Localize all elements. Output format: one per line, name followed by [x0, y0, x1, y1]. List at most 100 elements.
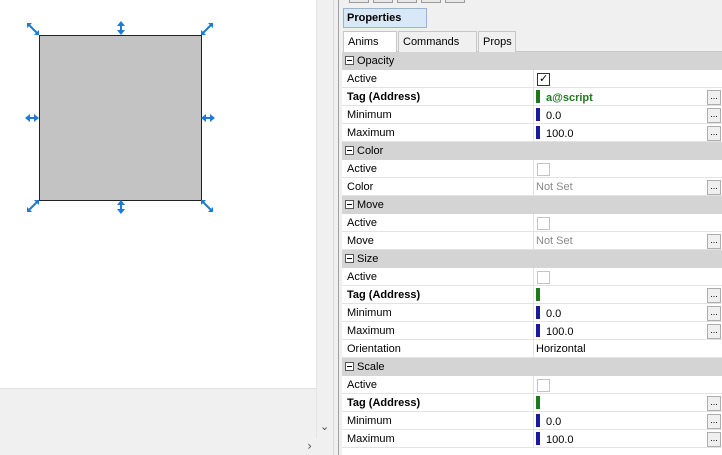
- toolbar-strip: [339, 0, 722, 4]
- value-indicator-icon: [536, 108, 540, 121]
- property-row-size-orientation: Orientation Horizontal: [342, 340, 722, 358]
- property-row-size-active: Active: [342, 268, 722, 286]
- app-window: › ⌄ Properties Anims (1) Commands (0) Pr…: [0, 0, 722, 455]
- active-checkbox[interactable]: [537, 217, 550, 230]
- property-name: Minimum: [347, 307, 392, 319]
- property-row-size-tag-address: Tag (Address)...: [342, 286, 722, 304]
- tab-commands[interactable]: Commands (0): [398, 31, 477, 68]
- column-divider: [533, 322, 534, 340]
- resize-handle-e-icon[interactable]: [201, 111, 215, 125]
- active-checkbox[interactable]: [537, 379, 550, 392]
- property-name: Active: [347, 271, 377, 283]
- number-value: 100.0: [546, 326, 574, 338]
- scroll-right-icon[interactable]: ›: [307, 439, 312, 453]
- selected-rectangle-shape[interactable]: [39, 35, 202, 201]
- resize-handle-w-icon[interactable]: [25, 111, 39, 125]
- ellipsis-button[interactable]: ...: [707, 414, 721, 429]
- properties-tabs: Anims (1) Commands (0) Props: [343, 31, 722, 68]
- ellipsis-button[interactable]: ...: [707, 324, 721, 339]
- property-name: Color: [347, 181, 374, 193]
- column-divider: [533, 376, 534, 394]
- toolbar-button[interactable]: [373, 0, 393, 3]
- property-row-move-active: Active: [342, 214, 722, 232]
- column-divider: [533, 106, 534, 124]
- property-name: Active: [347, 73, 377, 85]
- property-name: Tag (Address): [347, 397, 421, 409]
- property-name: Minimum: [347, 415, 392, 427]
- active-checkbox[interactable]: ✓: [537, 72, 550, 86]
- check-icon: ✓: [539, 72, 549, 85]
- property-row-opacity-tag-address: Tag (Address) a@script...: [342, 88, 722, 106]
- property-value[interactable]: Not Set: [536, 232, 708, 250]
- properties-title: Properties: [343, 8, 427, 28]
- ellipsis-button[interactable]: ...: [707, 288, 721, 303]
- tag-indicator-icon: [536, 396, 540, 409]
- category-scale[interactable]: Scale: [342, 358, 722, 376]
- category-label: Scale: [357, 361, 385, 373]
- collapse-icon[interactable]: [345, 56, 354, 65]
- collapse-icon[interactable]: [345, 200, 354, 209]
- column-divider: [533, 124, 534, 142]
- category-move[interactable]: Move: [342, 196, 722, 214]
- category-label: Size: [357, 253, 379, 265]
- category-size[interactable]: Size: [342, 250, 722, 268]
- resize-handle-s-icon[interactable]: [114, 200, 128, 214]
- column-divider: [533, 412, 534, 430]
- ellipsis-button[interactable]: ...: [707, 90, 721, 105]
- property-name: Maximum: [347, 325, 395, 337]
- toolbar-button[interactable]: [421, 0, 441, 3]
- property-row-color-active: Active: [342, 160, 722, 178]
- collapse-icon[interactable]: [345, 146, 354, 155]
- active-checkbox[interactable]: [537, 271, 550, 284]
- category-color[interactable]: Color: [342, 142, 722, 160]
- ellipsis-button[interactable]: ...: [707, 126, 721, 141]
- column-divider: [533, 286, 534, 304]
- column-divider: [533, 304, 534, 322]
- resize-handle-n-icon[interactable]: [114, 21, 128, 35]
- category-label: Color: [357, 145, 384, 157]
- tab-props[interactable]: Props: [478, 31, 516, 52]
- design-canvas[interactable]: [0, 0, 316, 388]
- collapse-icon[interactable]: [345, 254, 354, 263]
- number-value: 0.0: [546, 110, 562, 122]
- property-name: Maximum: [347, 433, 395, 445]
- toolbar-button[interactable]: [397, 0, 417, 3]
- active-checkbox[interactable]: [537, 163, 550, 176]
- ellipsis-button[interactable]: ...: [707, 234, 721, 249]
- value-indicator-icon: [536, 432, 540, 445]
- resize-handle-ne-icon[interactable]: [200, 22, 214, 36]
- tag-indicator-icon: [536, 90, 540, 103]
- property-row-size-maximum: Maximum 100.0...: [342, 322, 722, 340]
- resize-handle-nw-icon[interactable]: [26, 22, 40, 36]
- ellipsis-button[interactable]: ...: [707, 396, 721, 411]
- toolbar-button[interactable]: [445, 0, 465, 3]
- number-value: 0.0: [546, 416, 562, 428]
- resize-handle-se-icon[interactable]: [200, 199, 214, 213]
- property-row-scale-minimum: Minimum 0.0...: [342, 412, 722, 430]
- horizontal-scrollbar[interactable]: ›: [0, 438, 316, 455]
- resize-handle-sw-icon[interactable]: [26, 199, 40, 213]
- vertical-scrollbar[interactable]: ⌄: [316, 0, 333, 438]
- tab-anims[interactable]: Anims (1): [343, 31, 397, 68]
- property-name: Active: [347, 379, 377, 391]
- ellipsis-button[interactable]: ...: [707, 306, 721, 321]
- property-row-scale-maximum: Maximum 100.0...: [342, 430, 722, 448]
- property-name: Tag (Address): [347, 91, 421, 103]
- collapse-icon[interactable]: [345, 362, 354, 371]
- property-row-size-minimum: Minimum 0.0...: [342, 304, 722, 322]
- number-value: 0.0: [546, 308, 562, 320]
- tag-address-value: a@script: [546, 92, 593, 104]
- ellipsis-button[interactable]: ...: [707, 108, 721, 123]
- property-value[interactable]: Not Set: [536, 178, 708, 196]
- scroll-down-icon[interactable]: ⌄: [320, 420, 329, 433]
- ellipsis-button[interactable]: ...: [707, 180, 721, 195]
- property-row-opacity-minimum: Minimum 0.0...: [342, 106, 722, 124]
- ellipsis-button[interactable]: ...: [707, 432, 721, 447]
- property-row-opacity-maximum: Maximum 100.0...: [342, 124, 722, 142]
- property-value[interactable]: Horizontal: [536, 340, 708, 358]
- toolbar-button[interactable]: [349, 0, 369, 3]
- category-opacity[interactable]: Opacity: [342, 52, 722, 70]
- property-name: Maximum: [347, 127, 395, 139]
- canvas-footer-area: [0, 388, 316, 438]
- property-name: Active: [347, 163, 377, 175]
